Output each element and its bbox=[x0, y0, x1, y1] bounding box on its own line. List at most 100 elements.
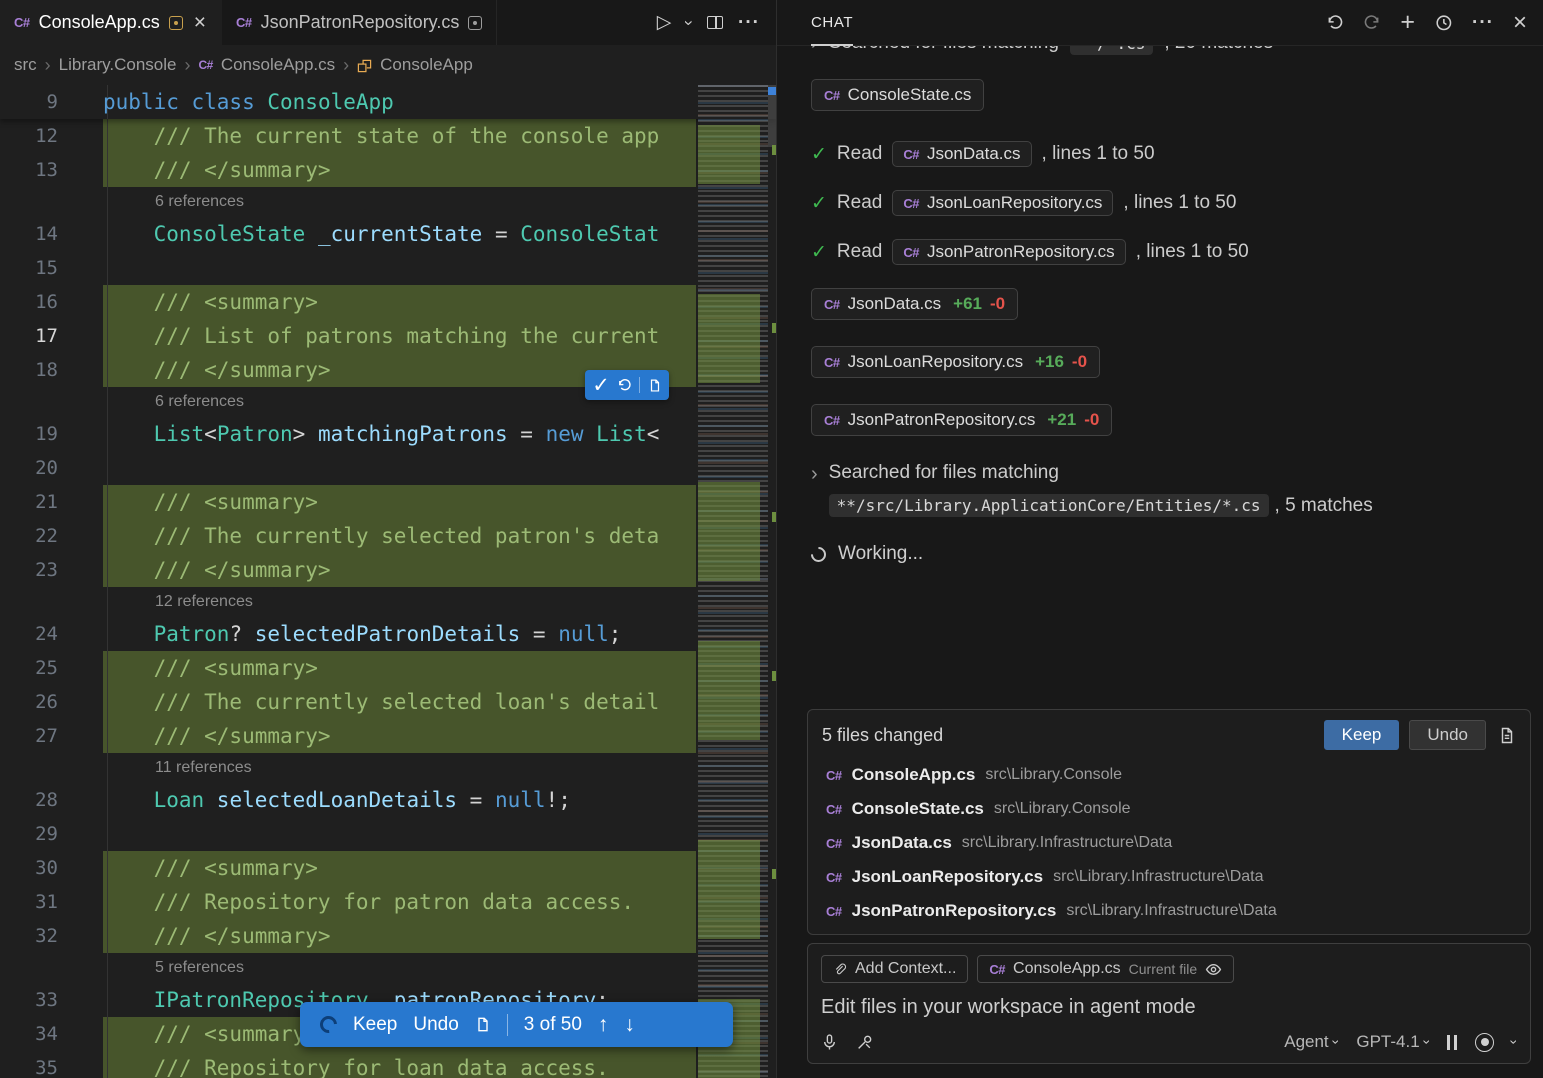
changed-file-chip[interactable]: C#JsonPatronRepository.cs+21-0 bbox=[811, 404, 1112, 436]
code-line[interactable]: 25 /// <summary> bbox=[0, 651, 776, 685]
code-editor[interactable]: 9public class ConsoleApp12 /// The curre… bbox=[0, 85, 776, 1078]
close-panel-icon[interactable]: × bbox=[1513, 11, 1527, 35]
changed-file-row[interactable]: C#JsonLoanRepository.cssrc\Library.Infra… bbox=[822, 860, 1516, 894]
undo-button[interactable]: Undo bbox=[413, 1014, 458, 1036]
chevron-right-icon[interactable]: › bbox=[811, 46, 818, 55]
keep-all-button[interactable]: Keep bbox=[1324, 720, 1400, 750]
line-number: 21 bbox=[0, 491, 58, 513]
view-diff-icon[interactable] bbox=[1498, 726, 1516, 745]
code-line[interactable]: 17 /// List of patrons matching the curr… bbox=[0, 319, 776, 353]
tools-icon[interactable] bbox=[856, 1034, 873, 1051]
code-line[interactable]: 12 /// The current state of the console … bbox=[0, 119, 776, 153]
agent-mode-dropdown[interactable]: Agent› bbox=[1284, 1032, 1338, 1052]
code-line[interactable]: 21 /// <summary> bbox=[0, 485, 776, 519]
new-chat-icon[interactable]: + bbox=[1400, 10, 1415, 35]
codelens-row[interactable]: 12 references bbox=[0, 587, 776, 617]
file-chip[interactable]: C# ConsoleState.cs bbox=[811, 79, 984, 111]
chat-input-field[interactable]: Edit files in your workspace in agent mo… bbox=[821, 996, 1517, 1019]
run-button[interactable]: ▷ bbox=[657, 11, 672, 34]
open-diff-icon[interactable] bbox=[648, 378, 662, 393]
current-file-chip[interactable]: C# ConsoleApp.cs Current file bbox=[977, 955, 1234, 983]
keep-button[interactable]: Keep bbox=[353, 1014, 397, 1036]
line-number: 35 bbox=[0, 1057, 58, 1078]
next-change-icon[interactable]: ↓ bbox=[624, 1013, 635, 1037]
breadcrumb-item[interactable]: Library.Console bbox=[59, 55, 177, 75]
undo-change-icon[interactable] bbox=[617, 378, 632, 393]
code-line[interactable]: 35 /// Repository for loan data access. bbox=[0, 1051, 776, 1078]
changed-file-row[interactable]: C#JsonData.cssrc\Library.Infrastructure\… bbox=[822, 826, 1516, 860]
code-line[interactable]: 29 bbox=[0, 817, 776, 851]
codelens-row[interactable]: 6 references bbox=[0, 187, 776, 217]
code-line[interactable]: 31 /// Repository for patron data access… bbox=[0, 885, 776, 919]
changed-file-row[interactable]: C#ConsoleState.cssrc\Library.Console bbox=[822, 792, 1516, 826]
minimap[interactable] bbox=[698, 85, 768, 1078]
line-text: /// <summary> bbox=[103, 485, 696, 519]
chevron-down-icon[interactable]: › bbox=[1507, 1040, 1523, 1045]
file-chip[interactable]: C#JsonPatronRepository.cs bbox=[892, 239, 1125, 265]
code-line[interactable]: 20 bbox=[0, 451, 776, 485]
history-icon[interactable] bbox=[1434, 13, 1453, 32]
code-line[interactable]: 32 /// </summary> bbox=[0, 919, 776, 953]
code-line[interactable]: 24 Patron? selectedPatronDetails = null; bbox=[0, 617, 776, 651]
changed-file-row[interactable]: C#ConsoleApp.cssrc\Library.Console bbox=[822, 758, 1516, 792]
code-line[interactable]: 23 /// </summary> bbox=[0, 553, 776, 587]
pending-edit-icon[interactable] bbox=[468, 16, 482, 30]
codelens-label[interactable]: 6 references bbox=[103, 193, 244, 211]
code-line[interactable]: 27 /// </summary> bbox=[0, 719, 776, 753]
codelens-label[interactable]: 11 references bbox=[103, 759, 252, 777]
editor-scrollbar[interactable] bbox=[768, 85, 776, 1078]
add-context-button[interactable]: Add Context... bbox=[821, 955, 968, 983]
code-line[interactable]: 30 /// <summary> bbox=[0, 851, 776, 885]
csharp-file-icon: C# bbox=[826, 904, 842, 919]
line-text: public class ConsoleApp bbox=[103, 85, 696, 119]
undo-all-button[interactable]: Undo bbox=[1409, 720, 1486, 750]
code-line[interactable]: 16 /// <summary> bbox=[0, 285, 776, 319]
code-line[interactable]: 14 ConsoleState _currentState = ConsoleS… bbox=[0, 217, 776, 251]
codelens-row[interactable]: 11 references bbox=[0, 753, 776, 783]
breadcrumb-item[interactable]: ConsoleApp bbox=[380, 55, 473, 75]
accept-change-icon[interactable]: ✓ bbox=[592, 373, 610, 398]
open-diff-icon[interactable] bbox=[475, 1016, 491, 1033]
file-chip[interactable]: C#JsonLoanRepository.cs bbox=[892, 190, 1113, 216]
codelens-row[interactable]: 5 references bbox=[0, 953, 776, 983]
close-tab-icon[interactable]: × bbox=[192, 12, 208, 33]
codelens-label[interactable]: 6 references bbox=[103, 393, 244, 411]
csharp-file-icon: C# bbox=[826, 802, 842, 817]
code-line[interactable]: 13 /// </summary> bbox=[0, 153, 776, 187]
pending-edit-icon[interactable] bbox=[169, 16, 183, 30]
search-result-row[interactable]: › Searched for files matching **/src/Lib… bbox=[811, 462, 1527, 517]
changed-file-chip[interactable]: C#JsonData.cs+61-0 bbox=[811, 288, 1018, 320]
code-line[interactable]: 22 /// The currently selected patron's d… bbox=[0, 519, 776, 553]
run-dropdown-icon[interactable]: › bbox=[679, 20, 699, 26]
chat-input-box[interactable]: Add Context... C# ConsoleApp.cs Current … bbox=[807, 943, 1531, 1064]
code-line[interactable]: 9public class ConsoleApp bbox=[0, 85, 776, 119]
csharp-file-icon: C# bbox=[826, 870, 842, 885]
breadcrumb-item[interactable]: src bbox=[14, 55, 37, 75]
stop-button[interactable] bbox=[1475, 1033, 1494, 1052]
changed-file-chip[interactable]: C#JsonLoanRepository.cs+16-0 bbox=[811, 346, 1100, 378]
more-actions-icon[interactable]: ··· bbox=[738, 12, 760, 34]
split-editor-icon[interactable] bbox=[707, 16, 723, 29]
more-actions-icon[interactable]: ··· bbox=[1472, 12, 1494, 34]
breadcrumb-item[interactable]: ConsoleApp.cs bbox=[221, 55, 335, 75]
tab-jsonpatronrepository[interactable]: C# JsonPatronRepository.cs bbox=[222, 0, 497, 45]
model-dropdown[interactable]: GPT-4.1› bbox=[1356, 1032, 1429, 1052]
search-result-row[interactable]: › Searched for files matching **/*.cs , … bbox=[811, 46, 1527, 55]
changed-file-row[interactable]: C#JsonPatronRepository.cssrc\Library.Inf… bbox=[822, 894, 1516, 928]
file-chip[interactable]: C#JsonData.cs bbox=[892, 141, 1031, 167]
codelens-label[interactable]: 12 references bbox=[103, 593, 253, 611]
chat-tab[interactable]: CHAT bbox=[811, 0, 853, 46]
chevron-right-icon[interactable]: › bbox=[811, 462, 818, 486]
redo-icon[interactable] bbox=[1363, 14, 1381, 32]
code-line[interactable]: 28 Loan selectedLoanDetails = null!; bbox=[0, 783, 776, 817]
code-line[interactable]: 26 /// The currently selected loan's det… bbox=[0, 685, 776, 719]
eye-icon[interactable] bbox=[1205, 961, 1222, 978]
codelens-label[interactable]: 5 references bbox=[103, 959, 244, 977]
tab-consoleapp[interactable]: C# ConsoleApp.cs × bbox=[0, 0, 222, 45]
pause-button[interactable] bbox=[1447, 1035, 1457, 1050]
code-line[interactable]: 15 bbox=[0, 251, 776, 285]
undo-icon[interactable] bbox=[1326, 14, 1344, 32]
previous-change-icon[interactable]: ↑ bbox=[598, 1013, 609, 1037]
code-line[interactable]: 19 List<Patron> matchingPatrons = new Li… bbox=[0, 417, 776, 451]
microphone-icon[interactable] bbox=[821, 1033, 838, 1051]
